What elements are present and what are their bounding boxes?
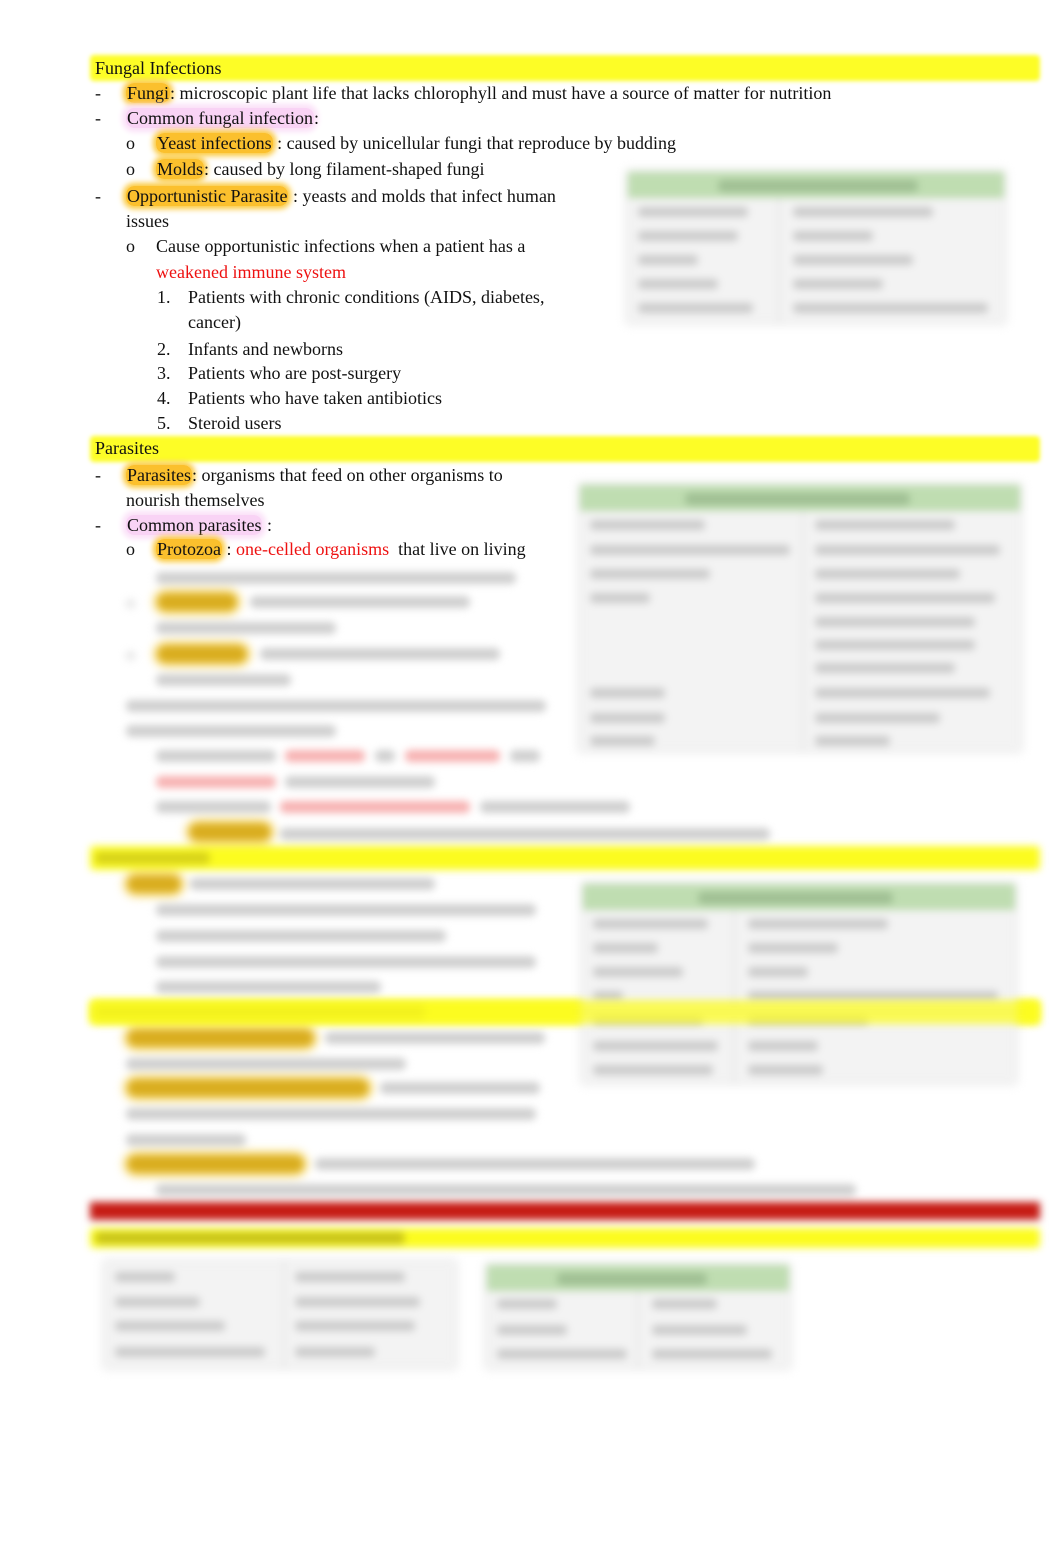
list-item-cause: Cause opportunistic infections when a pa…: [156, 236, 526, 256]
list-item-common-parasites: Common parasites :: [126, 513, 272, 537]
bullet-marker: -: [95, 108, 101, 128]
blurred-table-parasites: [580, 485, 1020, 750]
definition-text: : yeasts and molds that infect human: [288, 186, 556, 206]
number-marker: 4.: [157, 388, 171, 408]
number-marker: 1.: [157, 287, 171, 307]
term-common-fungal-infection: Common fungal infection: [126, 108, 314, 128]
number-marker: 2.: [157, 339, 171, 359]
sub-bullet-marker: o: [126, 159, 135, 179]
section-heading-fungal: Fungal Infections: [95, 58, 222, 78]
sub-bullet-marker: o: [126, 133, 135, 153]
blurred-table-viral: [583, 884, 1015, 1082]
bullet-marker: -: [95, 515, 101, 535]
sub-bullet-marker: o: [126, 236, 135, 256]
blurred-section-heading-bar: [90, 1000, 1040, 1024]
term-common-parasites: Common parasites: [126, 515, 263, 535]
list-item-parasites: Parasites: organisms that feed on other …: [126, 463, 503, 487]
definition-text: :: [221, 539, 236, 559]
numbered-item: Patients who have taken antibiotics: [188, 388, 442, 408]
numbered-item: Infants and newborns: [188, 339, 343, 359]
continuation-text: issues: [126, 211, 170, 231]
list-item-protozoa: Protozoa : one-celled organisms that liv…: [156, 537, 526, 561]
number-marker: 3.: [157, 363, 171, 383]
numbered-item: Steroid users: [188, 413, 282, 433]
blurred-table-bottom-left: [105, 1262, 455, 1367]
emphasis-weakened-immune: weakened immune system: [156, 262, 346, 282]
list-item-fungi: Fungi: microscopic plant life that lacks…: [126, 81, 831, 105]
numbered-item: Patients with chronic conditions (AIDS, …: [188, 287, 545, 307]
term-molds: Molds: [156, 159, 205, 179]
definition-text: : caused by long filament-shaped fungi: [204, 159, 485, 179]
term-opportunistic-parasite: Opportunistic Parasite: [126, 186, 289, 206]
list-item-molds: Molds: caused by long filament-shaped fu…: [156, 157, 484, 181]
definition-text: :: [262, 515, 272, 535]
number-marker: 5.: [157, 413, 171, 433]
bullet-marker: -: [95, 83, 101, 103]
term-fungi: Fungi: [126, 83, 171, 103]
term-yeast-infections: Yeast infections: [156, 133, 273, 153]
continuation-text: cancer): [188, 312, 241, 332]
bullet-marker: -: [95, 186, 101, 206]
section-heading-parasites: Parasites: [95, 438, 159, 458]
blurred-table-bottom-right: [487, 1265, 789, 1367]
term-protozoa: Protozoa: [156, 539, 222, 559]
list-item-opportunistic: Opportunistic Parasite : yeasts and mold…: [126, 184, 556, 208]
bullet-marker: -: [95, 465, 101, 485]
continuation-text: nourish themselves: [126, 490, 265, 510]
definition-text: : microscopic plant life that lacks chlo…: [170, 83, 832, 103]
definition-text: : organisms that feed on other organisms…: [191, 465, 503, 485]
blurred-table-fungal: [628, 172, 1004, 322]
term-parasites: Parasites: [126, 465, 192, 485]
sub-bullet-marker: o: [126, 539, 135, 559]
definition-text: :: [313, 108, 319, 128]
numbered-item: Patients who are post-surgery: [188, 363, 402, 383]
section-heading-highlight: [90, 436, 1040, 462]
section-heading-highlight: [90, 55, 1040, 81]
definition-text: that live on living: [389, 539, 526, 559]
emphasis-one-celled: one-celled organisms: [236, 539, 390, 559]
list-item-common-fungal: Common fungal infection:: [126, 106, 319, 130]
list-item-yeast: Yeast infections : caused by unicellular…: [156, 131, 676, 155]
definition-text: : caused by unicellular fungi that repro…: [272, 133, 677, 153]
